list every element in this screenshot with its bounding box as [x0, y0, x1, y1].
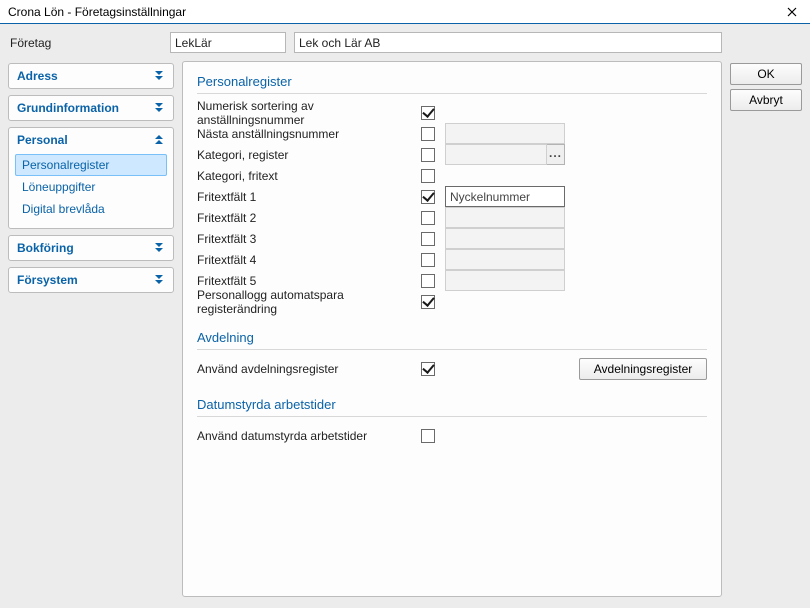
sidebar-section-label: Adress: [17, 69, 58, 83]
main-panel: Personalregister Numerisk sortering av a…: [182, 61, 722, 600]
input-fritextfalt-1[interactable]: [445, 186, 565, 207]
label: Använd avdelningsregister: [197, 362, 421, 376]
label: Nästa anställningsnummer: [197, 127, 421, 141]
sidebar-item-digital-brevlada[interactable]: Digital brevlåda: [15, 198, 167, 220]
label: Fritextfält 5: [197, 274, 421, 288]
sidebar-section-forsystem[interactable]: Försystem: [9, 268, 173, 292]
row-nasta-anstallningsnummer: Nästa anställningsnummer: [197, 123, 707, 144]
title-bar: Crona Lön - Företagsinställningar: [0, 0, 810, 24]
label: Fritextfält 2: [197, 211, 421, 225]
label: Fritextfält 4: [197, 253, 421, 267]
separator: [197, 416, 707, 417]
sidebar-section-personal[interactable]: Personal: [9, 128, 173, 152]
checkbox-personallogg-autospar[interactable]: [421, 295, 435, 309]
row-numerisk-sortering: Numerisk sortering av anställningsnummer: [197, 102, 707, 123]
company-name-input[interactable]: [294, 32, 722, 53]
checkbox-fritextfalt-4[interactable]: [421, 253, 435, 267]
separator: [197, 349, 707, 350]
company-label: Företag: [10, 36, 162, 50]
row-kategori-register: Kategori, register ...: [197, 144, 707, 165]
sidebar-item-personalregister[interactable]: Personalregister: [15, 154, 167, 176]
checkbox-fritextfalt-1[interactable]: [421, 190, 435, 204]
checkbox-nasta-anstallningsnummer[interactable]: [421, 127, 435, 141]
sidebar-section-label: Bokföring: [17, 241, 74, 255]
checkbox-numerisk-sortering[interactable]: [421, 106, 435, 120]
sidebar-section-label: Försystem: [17, 273, 78, 287]
chevron-down-icon: [155, 243, 165, 253]
checkbox-kategori-fritext[interactable]: [421, 169, 435, 183]
company-code-input[interactable]: [170, 32, 286, 53]
label: Kategori, fritext: [197, 169, 421, 183]
input-fritextfalt-3[interactable]: [445, 228, 565, 249]
separator: [197, 93, 707, 94]
row-fritextfalt-1: Fritextfält 1: [197, 186, 707, 207]
row-kategori-fritext: Kategori, fritext: [197, 165, 707, 186]
input-fritextfalt-2[interactable]: [445, 207, 565, 228]
sidebar-section-label: Grundinformation: [17, 101, 119, 115]
group-title-avdelning: Avdelning: [197, 330, 707, 345]
close-button[interactable]: [776, 2, 808, 22]
label: Fritextfält 3: [197, 232, 421, 246]
group-title-personalregister: Personalregister: [197, 74, 707, 89]
checkbox-fritextfalt-5[interactable]: [421, 274, 435, 288]
row-fritextfalt-4: Fritextfält 4: [197, 249, 707, 270]
checkbox-anvand-avdelningsregister[interactable]: [421, 362, 435, 376]
sidebar-section-grundinformation[interactable]: Grundinformation: [9, 96, 173, 120]
cancel-button[interactable]: Avbryt: [730, 89, 802, 111]
action-buttons: OK Avbryt: [730, 61, 802, 600]
checkbox-anvand-datumstyrda[interactable]: [421, 429, 435, 443]
checkbox-fritextfalt-3[interactable]: [421, 232, 435, 246]
sidebar-subitems: Personalregister Löneuppgifter Digital b…: [9, 152, 173, 228]
sidebar-item-loneuppgifter[interactable]: Löneuppgifter: [15, 176, 167, 198]
row-personallogg-autospar: Personallogg automatspara registerändrin…: [197, 291, 707, 312]
label: Personallogg automatspara registerändrin…: [197, 288, 421, 316]
chevron-up-icon: [155, 135, 165, 145]
row-anvand-datumstyrda: Använd datumstyrda arbetstider: [197, 425, 707, 446]
ellipsis-icon: ...: [549, 150, 562, 156]
row-fritextfalt-2: Fritextfält 2: [197, 207, 707, 228]
input-kategori-register[interactable]: [445, 144, 547, 165]
ok-button[interactable]: OK: [730, 63, 802, 85]
sidebar: Adress Grundinformation Personal Persona…: [8, 61, 174, 600]
label: Använd datumstyrda arbetstider: [197, 429, 421, 443]
chevron-down-icon: [155, 71, 165, 81]
input-fritextfalt-5[interactable]: [445, 270, 565, 291]
checkbox-kategori-register[interactable]: [421, 148, 435, 162]
sidebar-section-label: Personal: [17, 133, 68, 147]
window-title: Crona Lön - Företagsinställningar: [8, 5, 186, 19]
sidebar-section-adress[interactable]: Adress: [9, 64, 173, 88]
avdelningsregister-button[interactable]: Avdelningsregister: [579, 358, 707, 380]
chevron-down-icon: [155, 275, 165, 285]
label: Kategori, register: [197, 148, 421, 162]
group-title-datumstyrda: Datumstyrda arbetstider: [197, 397, 707, 412]
browse-kategori-button[interactable]: ...: [547, 144, 565, 165]
row-fritextfalt-3: Fritextfält 3: [197, 228, 707, 249]
sidebar-section-bokforing[interactable]: Bokföring: [9, 236, 173, 260]
row-anvand-avdelningsregister: Använd avdelningsregister Avdelningsregi…: [197, 358, 707, 379]
input-nasta-anstallningsnummer[interactable]: [445, 123, 565, 144]
close-icon: [787, 7, 797, 17]
chevron-down-icon: [155, 103, 165, 113]
input-fritextfalt-4[interactable]: [445, 249, 565, 270]
label: Fritextfält 1: [197, 190, 421, 204]
checkbox-fritextfalt-2[interactable]: [421, 211, 435, 225]
header-bar: Företag: [0, 24, 810, 66]
